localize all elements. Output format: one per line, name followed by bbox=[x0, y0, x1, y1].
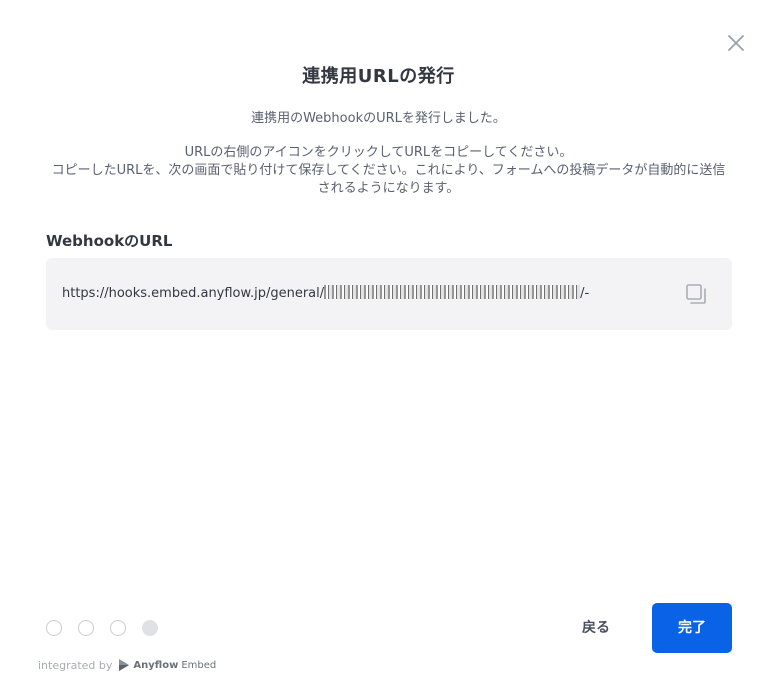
close-icon bbox=[728, 35, 744, 51]
step-dot-4-current bbox=[142, 620, 158, 636]
webhook-url-prefix: https://hooks.embed.anyflow.jp/general/ bbox=[62, 286, 325, 301]
dialog-title: 連携用URLの発行 bbox=[302, 66, 455, 87]
description-paste-instruction: コピーしたURLを、次の画面で貼り付けて保存してください。これにより、フォームへ… bbox=[51, 163, 726, 196]
webhook-url-value[interactable]: https://hooks.embed.anyflow.jp/general/ /… bbox=[62, 285, 589, 301]
footer-attribution: integrated by Anyflow Embed bbox=[38, 658, 216, 672]
redacted-token bbox=[324, 285, 581, 299]
copy-url-button[interactable] bbox=[684, 282, 708, 306]
webhook-url-suffix: /- bbox=[580, 286, 590, 301]
step-dot-1 bbox=[46, 620, 62, 636]
back-button[interactable]: 戻る bbox=[560, 604, 632, 652]
description-copy-instruction: URLの右側のアイコンをクリックしてURLをコピーしてください。 bbox=[184, 145, 573, 160]
brand-sub: Embed bbox=[181, 659, 217, 671]
anyflow-logo: Anyflow Embed bbox=[118, 658, 216, 672]
copy-icon bbox=[686, 284, 706, 304]
description-issued: 連携用のWebhookのURLを発行しました。 bbox=[251, 111, 506, 126]
integrated-by-text: integrated by bbox=[38, 658, 113, 672]
webhook-url-box: https://hooks.embed.anyflow.jp/general/ /… bbox=[46, 258, 732, 330]
step-indicator bbox=[46, 620, 158, 636]
done-button[interactable]: 完了 bbox=[652, 603, 732, 653]
brand-name: Anyflow bbox=[133, 659, 179, 671]
step-dot-2 bbox=[78, 620, 94, 636]
step-dot-3 bbox=[110, 620, 126, 636]
webhook-url-label: WebhookのURL bbox=[46, 232, 173, 250]
close-button[interactable] bbox=[726, 33, 746, 53]
anyflow-logo-icon bbox=[119, 659, 130, 671]
